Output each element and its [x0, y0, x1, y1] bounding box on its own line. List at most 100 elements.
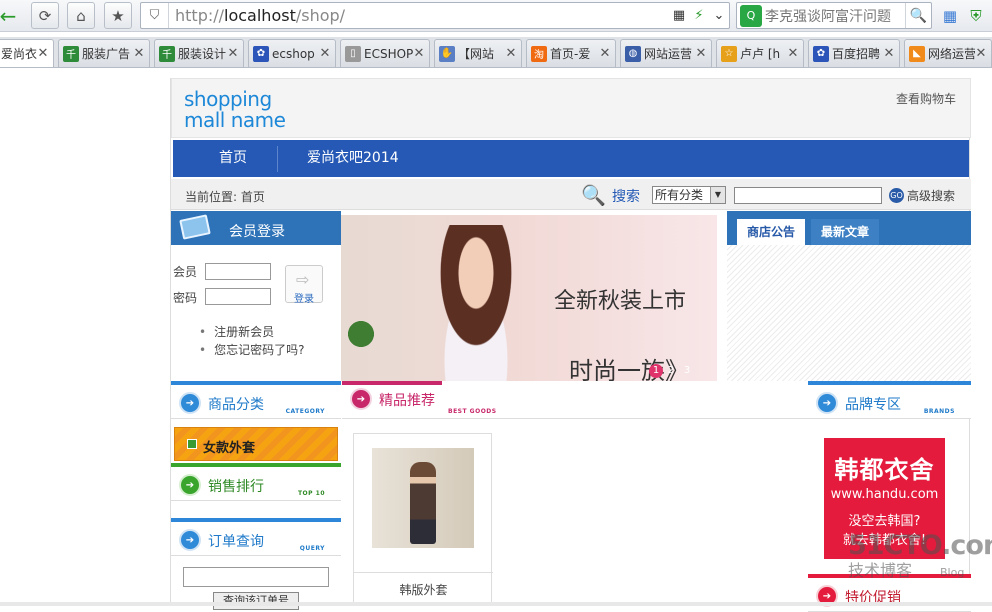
shield-status-icon[interactable]: ⛨	[962, 2, 990, 29]
product-card[interactable]: 韩版外套	[353, 433, 493, 606]
register-link[interactable]: 注册新会员	[199, 323, 304, 341]
logo-line-1: shopping	[184, 87, 272, 111]
tab-6[interactable]: 淘首页-爱 ✕	[526, 39, 616, 67]
tab-favicon-icon: ✋	[439, 45, 455, 62]
order-query-button[interactable]: 查询该订单号	[213, 592, 299, 610]
back-arrow-icon[interactable]: ←	[0, 2, 22, 29]
keyword-input[interactable]	[734, 187, 882, 204]
lightning-icon[interactable]: ⚡	[689, 8, 709, 23]
close-icon[interactable]: ✕	[413, 46, 425, 61]
promo-banner[interactable]: 全新秋装上市 时尚一族》 1 2 3	[341, 215, 717, 381]
login-form: 会员 密码 ⇨ 登录 注册新会员 您忘记密码了吗?	[171, 245, 341, 381]
tab-favicon-icon: 千	[159, 45, 175, 62]
nav-home[interactable]: 首页	[219, 140, 247, 177]
tab-shop-notice[interactable]: 商店公告	[737, 219, 806, 245]
shield-icon: ⛉	[141, 3, 169, 28]
close-icon[interactable]: ✕	[319, 46, 331, 61]
best-goods-title-en: BEST GOODS	[448, 408, 497, 415]
login-button[interactable]: ⇨ 登录	[285, 265, 323, 305]
best-goods-header: ➔ 精品推荐 BEST GOODS	[342, 381, 808, 419]
close-icon[interactable]: ✕	[975, 46, 987, 61]
forgot-password-link[interactable]: 您忘记密码了吗?	[199, 341, 304, 359]
shop-page: shopping mall name 查看购物车 首页 爱尚衣吧2014 当前位…	[170, 78, 971, 612]
category-item[interactable]: 女款外套	[174, 427, 338, 461]
address-bar[interactable]: ⛉ http://localhost/shop/ ▦ ⚡ ⌄	[140, 2, 730, 29]
tab-label: 卢卢 [h	[740, 47, 781, 61]
close-icon[interactable]: ✕	[133, 46, 145, 61]
order-number-input[interactable]	[183, 567, 329, 587]
brand-logo-url: www.handu.com	[830, 487, 939, 502]
close-icon[interactable]: ✕	[505, 46, 517, 61]
close-icon[interactable]: ✕	[227, 46, 239, 61]
home-icon[interactable]: ⌂	[67, 2, 95, 29]
tab-label: 【网站	[458, 47, 495, 61]
product-name[interactable]: 韩版外套	[354, 581, 493, 598]
browser-search-box[interactable]: Q 李克强谈阿富汗问题 🔍	[736, 2, 932, 29]
tab-7[interactable]: ◍ 网站运营 ✕	[620, 39, 712, 67]
shop-header: shopping mall name 查看购物车	[171, 78, 971, 138]
view-cart-link[interactable]: 查看购物车	[896, 90, 956, 107]
close-icon[interactable]: ✕	[883, 46, 895, 61]
magnifier-icon: 🔍	[581, 183, 606, 207]
apps-grid-icon[interactable]: ▦	[936, 2, 964, 29]
category-select-value: 所有分类	[655, 188, 704, 202]
sales-rank-header: ➔ 销售排行 TOP 10	[171, 463, 341, 501]
watermark-blog: Blog	[940, 566, 965, 579]
search-engine-icon[interactable]: Q	[740, 4, 762, 27]
banner-page-2[interactable]: 2	[663, 364, 679, 378]
bullet-square-icon	[187, 439, 197, 449]
username-input[interactable]	[205, 263, 271, 280]
search-icon[interactable]: 🔍	[905, 3, 931, 28]
best-goods-title: 精品推荐	[379, 393, 435, 409]
close-icon[interactable]: ✕	[787, 46, 799, 61]
password-input[interactable]	[205, 288, 271, 305]
arrow-circle-icon: ➔	[816, 392, 838, 414]
tab-favicon-icon: ✿	[813, 45, 829, 62]
tab-8[interactable]: ☆ 卢卢 [h ✕	[716, 39, 804, 67]
order-query-title: 订单查询	[208, 534, 264, 550]
username-label: 会员	[173, 265, 198, 279]
sales-rank-title-en: TOP 10	[297, 490, 325, 497]
tab-latest-articles[interactable]: 最新文章	[811, 219, 880, 245]
tab-1[interactable]: 千服装广告 ✕	[58, 39, 150, 67]
url-text[interactable]: http://localhost/shop/	[169, 6, 669, 25]
search-query[interactable]: 李克强谈阿富汗问题	[762, 6, 905, 26]
search-label: 搜索	[612, 189, 640, 205]
banner-plant-image	[343, 319, 379, 349]
advanced-search-link[interactable]: GO 高级搜索	[889, 187, 955, 204]
tab-9[interactable]: ✿ 百度招聘 ✕	[808, 39, 900, 67]
tab-favicon-icon: ◣	[909, 45, 925, 62]
notice-panel: 商店公告 最新文章	[727, 211, 971, 381]
login-title: 会员登录	[229, 224, 285, 240]
category-select[interactable]: 所有分类 ▼	[652, 186, 726, 204]
tab-3[interactable]: ✿ ecshop ✕	[248, 39, 336, 67]
close-icon[interactable]: ✕	[599, 46, 611, 61]
brands-title-en: BRANDS	[923, 408, 955, 415]
chevron-down-icon[interactable]: ⌄	[709, 8, 729, 23]
tab-favicon-icon: ▯	[345, 45, 361, 62]
product-image[interactable]	[372, 448, 474, 548]
status-bar	[0, 602, 992, 606]
close-icon[interactable]: ✕	[695, 46, 707, 61]
watermark-51cto: 51CTO.com 技术博客 Blog	[848, 530, 992, 590]
tab-label: 网站运营	[644, 47, 693, 61]
best-goods-accent-bar	[342, 381, 442, 385]
login-header: 会员登录	[171, 211, 341, 245]
breadcrumb: 当前位置: 首页	[185, 190, 265, 204]
arrow-circle-icon: ➔	[350, 388, 372, 410]
qrcode-icon[interactable]: ▦	[669, 8, 689, 23]
tab-5[interactable]: ✋ 【网站 ✕	[434, 39, 522, 67]
refresh-icon[interactable]: ⟳	[31, 2, 59, 29]
tab-2[interactable]: 千服装设计 ✕	[154, 39, 244, 67]
tab-10[interactable]: ◣ 网络运营 ✕	[904, 39, 992, 67]
close-icon[interactable]: ✕	[37, 46, 49, 61]
tab-0[interactable]: 爱尚衣吧✕	[0, 39, 54, 67]
tab-4[interactable]: ▯ ECSHOP ✕	[340, 39, 430, 67]
banner-page-1[interactable]: 1	[649, 364, 663, 378]
logo-line-2: mall name	[184, 108, 286, 132]
dropdown-arrow-icon[interactable]: ▼	[710, 187, 725, 203]
star-icon[interactable]: ★	[104, 2, 132, 29]
nav-category[interactable]: 爱尚衣吧2014	[307, 140, 399, 177]
shop-logo[interactable]: shopping mall name	[184, 87, 286, 132]
banner-page-3[interactable]: 3	[679, 364, 695, 378]
